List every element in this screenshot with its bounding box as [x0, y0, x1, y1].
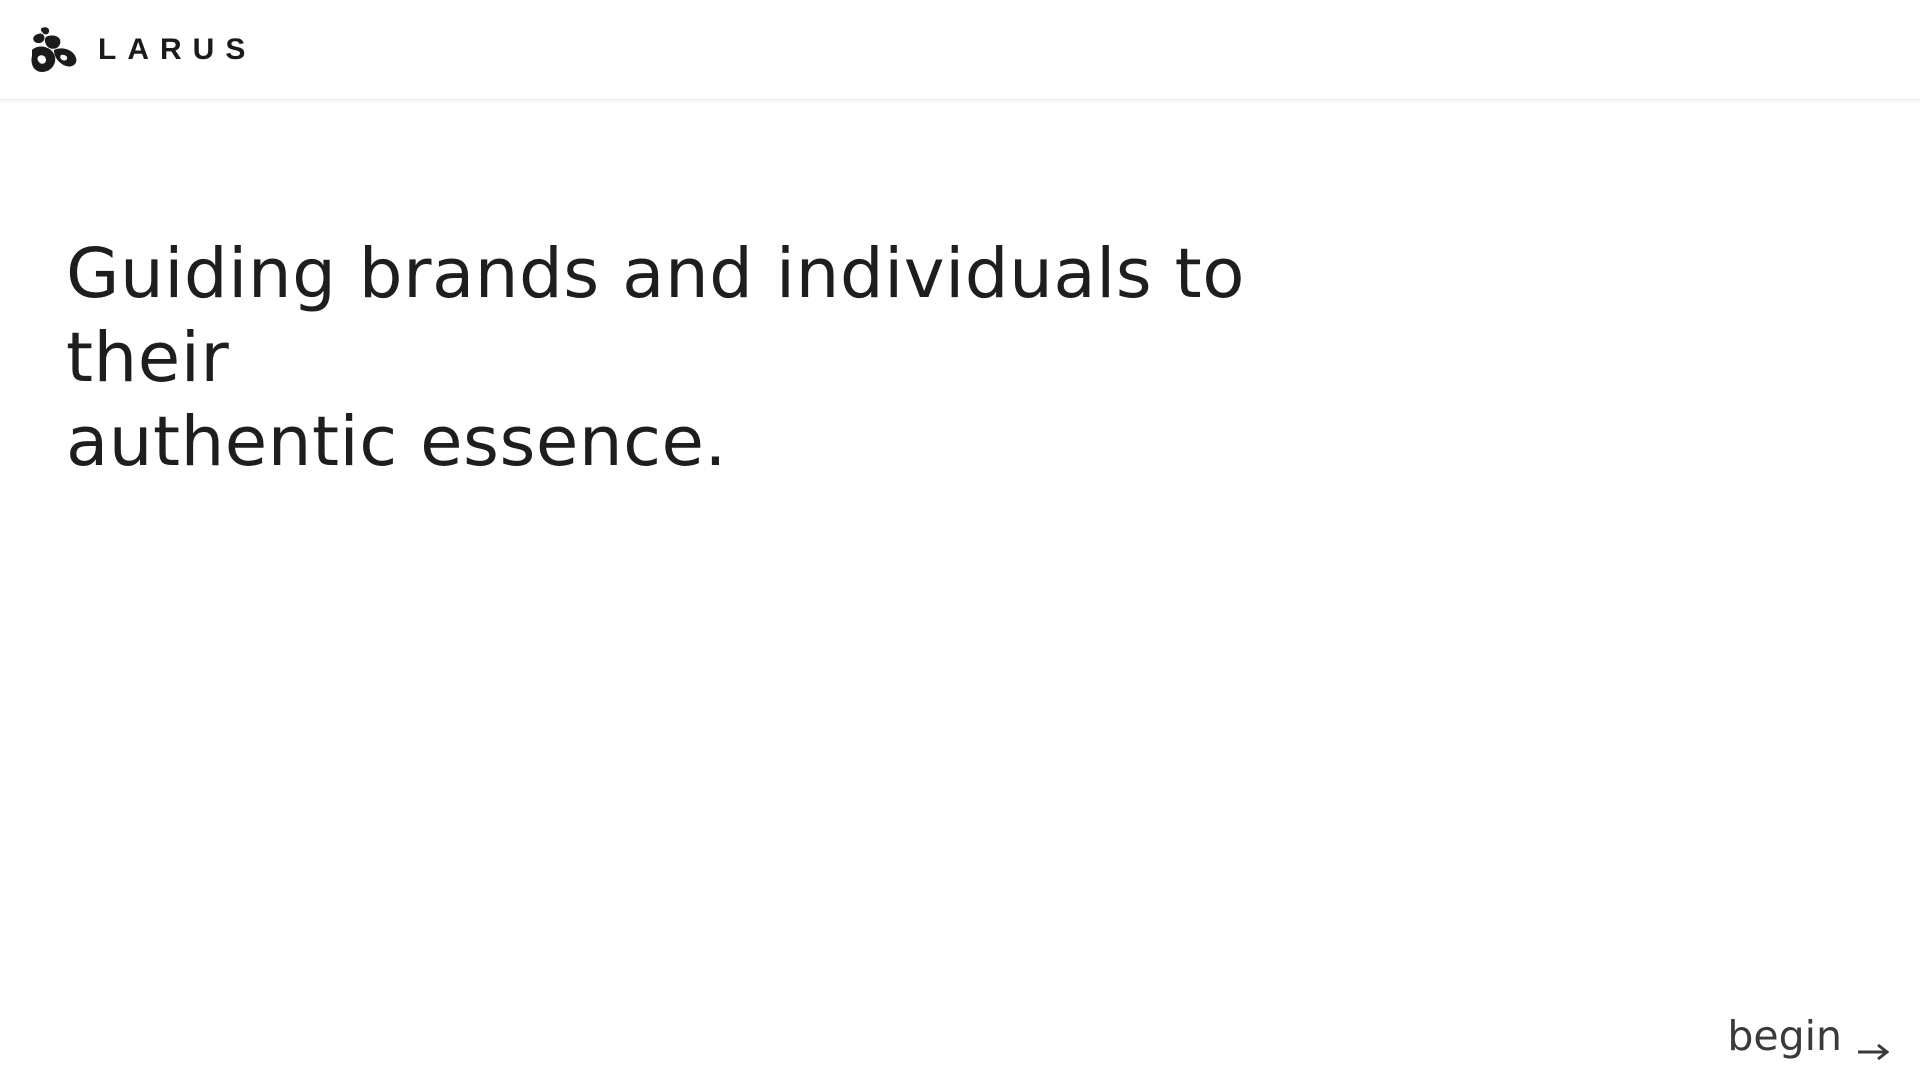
hero-headline-line-1: Guiding brands and individuals to their [66, 234, 1245, 398]
hero-headline: Guiding brands and individuals to their … [66, 232, 1406, 484]
larus-bird-logo-icon [28, 24, 80, 76]
site-header: LARUS [0, 0, 1920, 100]
hero-headline-line-2: authentic essence. [66, 402, 727, 482]
begin-label: begin [1727, 1012, 1842, 1060]
brand-home-link[interactable]: LARUS [28, 24, 256, 76]
begin-button[interactable]: begin [1727, 1012, 1890, 1061]
arrow-right-icon [1856, 1025, 1890, 1061]
brand-wordmark: LARUS [98, 32, 257, 66]
